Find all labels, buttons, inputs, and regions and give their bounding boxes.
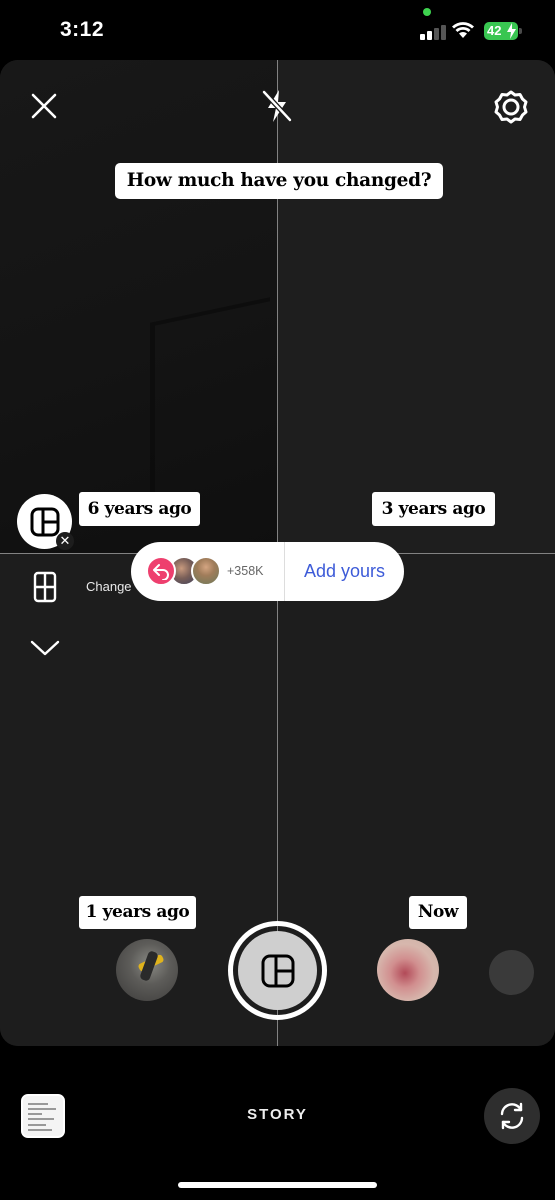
flip-camera-button[interactable]: [484, 1088, 540, 1144]
effect-thumbnail-1[interactable]: [116, 939, 178, 1001]
participant-avatar: [191, 556, 221, 586]
label-bottom-left[interactable]: 1 years ago: [79, 896, 196, 929]
effect-thumbnail-2[interactable]: [377, 939, 439, 1001]
wifi-icon: [452, 22, 474, 38]
layout-grid-icon: [30, 507, 59, 536]
battery-level: 42: [487, 23, 502, 38]
status-time: 3:12: [60, 18, 105, 41]
grid-icon[interactable]: [33, 571, 57, 603]
close-button[interactable]: [26, 88, 62, 124]
status-bar: 3:12 42: [0, 0, 555, 60]
battery-charging-icon: 42: [484, 22, 522, 40]
label-top-left[interactable]: 6 years ago: [79, 492, 200, 526]
chevron-down-icon[interactable]: [29, 638, 61, 658]
signal-icon: [420, 24, 446, 40]
scene-shadow: [150, 297, 270, 493]
settings-button[interactable]: [492, 88, 530, 126]
prompt-sticker[interactable]: How much have you changed?: [115, 163, 443, 199]
add-yours-participants: +358K: [131, 542, 285, 601]
collage-cell-top-right[interactable]: [278, 60, 555, 553]
add-yours-button[interactable]: Add yours: [285, 561, 404, 582]
label-bottom-right[interactable]: Now: [409, 896, 467, 929]
layout-icon: [261, 954, 294, 987]
home-indicator[interactable]: [178, 1182, 377, 1188]
flip-camera-icon: [500, 1102, 524, 1130]
label-top-right[interactable]: 3 years ago: [372, 492, 495, 526]
effect-thumbnail-3[interactable]: [489, 950, 534, 995]
mode-label[interactable]: STORY: [0, 1106, 555, 1123]
collage-cell-top-left[interactable]: [0, 60, 277, 553]
close-icon: [31, 93, 57, 119]
flash-off-icon: [261, 89, 293, 123]
shutter-button[interactable]: [228, 921, 327, 1020]
layout-close-icon[interactable]: ✕: [56, 532, 74, 550]
flash-button[interactable]: [257, 84, 297, 128]
add-yours-sticker[interactable]: +358K Add yours: [131, 542, 404, 601]
settings-icon: [494, 90, 528, 124]
participant-count: +358K: [227, 564, 264, 578]
privacy-indicator: [423, 8, 431, 16]
camera-viewfinder: How much have you changed? 6 years ago 3…: [0, 60, 555, 1046]
change-label: Change: [86, 579, 132, 594]
reply-icon: [146, 556, 176, 586]
